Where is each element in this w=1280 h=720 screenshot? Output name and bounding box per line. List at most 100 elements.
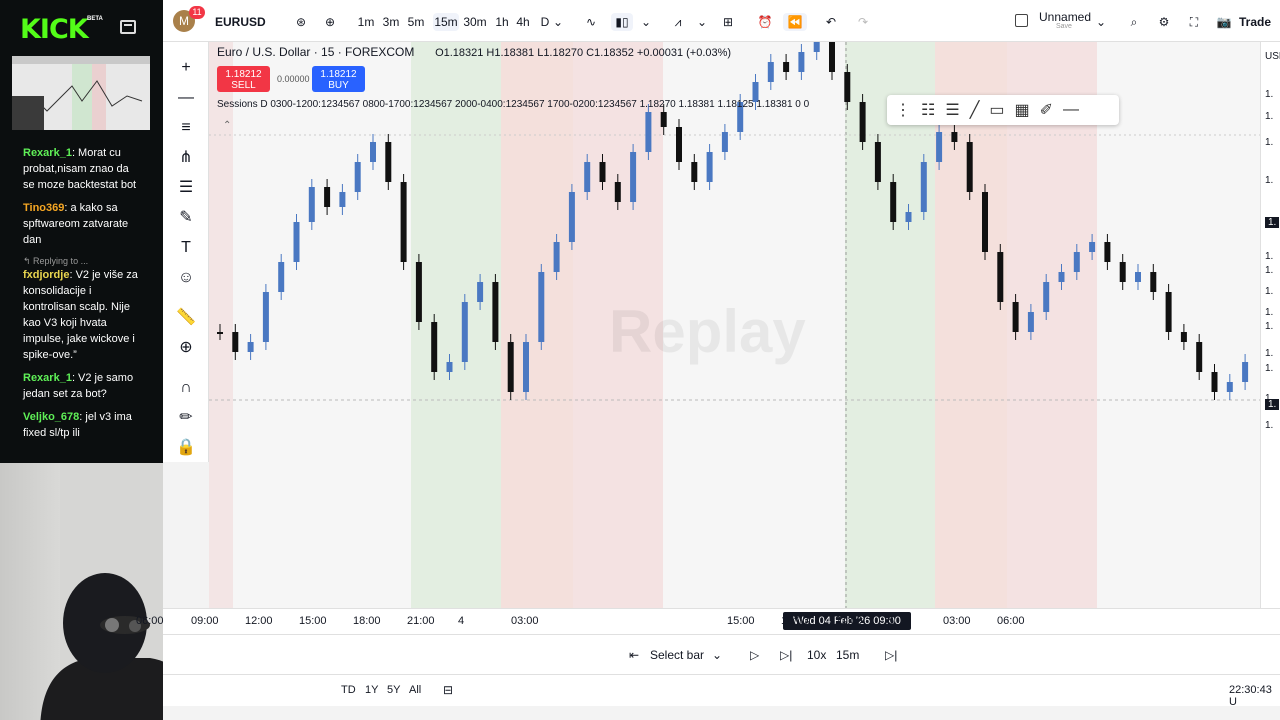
replay-controls: ⇤ Select bar ⌄ ▷ ▷| 10x 15m ▷| <box>163 634 1280 674</box>
chevron-down-icon[interactable]: ⌄ <box>1095 13 1107 31</box>
chevron-down-icon[interactable]: ⌄ <box>639 13 653 31</box>
interval-5m[interactable]: 5m <box>407 13 425 31</box>
line-tool-icon[interactable]: ╱ <box>970 100 980 120</box>
candle-chart-icon[interactable]: ▮▯ <box>611 13 633 31</box>
candle-body <box>461 302 468 362</box>
magnet-icon[interactable]: ∩ <box>176 378 196 398</box>
time-tick: 09:00 <box>191 615 219 627</box>
search-icon[interactable]: ⌕ <box>1125 13 1143 31</box>
brush-icon[interactable]: ✎ <box>176 208 196 228</box>
drag-handle-icon[interactable]: ⋮ <box>895 100 911 120</box>
layout-checkbox[interactable] <box>1015 14 1028 27</box>
chat-username[interactable]: Tino369 <box>23 202 64 214</box>
line-chart-icon[interactable]: ∿ <box>581 13 601 31</box>
interval-1m[interactable]: 1m <box>357 13 375 31</box>
text-icon[interactable]: T <box>176 238 196 258</box>
trade-button[interactable]: Trade <box>1239 13 1280 31</box>
popout-icon[interactable] <box>120 20 136 34</box>
candle-body <box>492 282 499 342</box>
chat-username[interactable]: Rexark_1 <box>23 147 72 159</box>
candle-body <box>431 322 438 372</box>
chevron-down-icon[interactable]: ⌄ <box>551 13 565 31</box>
emoji-icon[interactable]: ☺ <box>176 268 196 288</box>
candle-body <box>324 187 331 207</box>
jump-to-realtime-icon[interactable]: ▷| <box>885 648 897 662</box>
redo-icon[interactable]: ↷ <box>855 13 871 31</box>
session-band <box>845 42 935 608</box>
chat-username[interactable]: Rexark_1 <box>23 372 72 384</box>
horizontal-lines-icon[interactable]: ≡ <box>176 118 196 138</box>
range-5Y[interactable]: 5Y <box>387 684 400 696</box>
time-axis[interactable]: Wed 04 Feb '26 09:00 06:00 09:00 12:00 15:0… <box>136 608 1280 634</box>
rectangle-icon[interactable]: ▭ <box>989 100 1004 120</box>
step-forward-icon[interactable]: ▷| <box>780 648 792 662</box>
ruler-icon[interactable]: 📏 <box>176 308 196 328</box>
interval-3m[interactable]: 3m <box>382 13 400 31</box>
price-chart[interactable]: Replay Euro / U.S. Dollar · 15 · FOREXCO… <box>209 42 1260 608</box>
stream-thumbnail[interactable] <box>12 56 150 130</box>
notification-badge: 11 <box>189 6 205 19</box>
range-1Y[interactable]: 1Y <box>365 684 378 696</box>
time-tick: 06:00 <box>136 615 164 627</box>
grid-icon[interactable]: ▦ <box>1014 100 1029 120</box>
undo-icon[interactable]: ↶ <box>823 13 839 31</box>
interval-15m[interactable]: 15m <box>433 13 459 31</box>
chat-message: Veljko_678: jel v3 ima fixed sl/tp ili <box>23 409 138 441</box>
select-bar-icon[interactable]: ⇤ <box>629 648 639 662</box>
layout-grid-icon[interactable]: ⊞ <box>719 13 737 31</box>
zoom-in-icon[interactable]: ⊕ <box>176 338 196 358</box>
candle-body <box>982 192 988 252</box>
indicators-icon[interactable]: ⩘ <box>669 13 687 31</box>
replay-icon[interactable]: ⏪ <box>783 13 807 31</box>
crosshair-icon[interactable]: + <box>176 58 196 78</box>
price-tick: 1. <box>1265 420 1274 431</box>
fib-icon[interactable]: ☰ <box>176 178 196 198</box>
candle-body <box>890 182 897 222</box>
chat-username[interactable]: Veljko_678 <box>23 411 79 423</box>
chat-text: : V2 je više za konsolidacije i kontroli… <box>23 269 138 361</box>
lock-drawing-icon[interactable]: ✏ <box>176 408 196 428</box>
replay-interval[interactable]: 15m <box>836 648 859 662</box>
horizontal-line-icon[interactable]: — <box>1063 101 1079 119</box>
trend-line-icon[interactable]: — <box>176 88 196 108</box>
time-tick: 12:00 <box>245 615 273 627</box>
price-tick: 1. <box>1265 348 1274 359</box>
chevron-down-icon[interactable]: ⌄ <box>695 13 709 31</box>
collapse-icon[interactable]: ⌃ <box>223 120 231 131</box>
fullscreen-icon[interactable]: ⛶ <box>1185 13 1203 31</box>
filter-lines-icon[interactable]: ☰ <box>945 100 959 120</box>
interval-1h[interactable]: 1h <box>493 13 511 31</box>
price-tick: 1. <box>1265 137 1274 148</box>
candle-body <box>1104 242 1111 262</box>
sell-price: 1.18212 <box>225 69 262 80</box>
settings-icon[interactable]: ⚙ <box>1155 13 1173 31</box>
save-label[interactable]: Save <box>1056 23 1086 41</box>
interval-4h[interactable]: 4h <box>514 13 532 31</box>
speed-selector[interactable]: 10x <box>807 648 826 662</box>
select-bar-button[interactable]: Select bar <box>650 648 704 662</box>
interval-30m[interactable]: 30m <box>462 13 488 31</box>
range-All[interactable]: All <box>409 684 421 696</box>
chat-username[interactable]: fxdjordje <box>23 269 69 281</box>
symbol-search[interactable]: EURUSD <box>215 13 285 31</box>
symbol-menu-icon[interactable]: ⊛ <box>293 13 309 31</box>
candle-body <box>706 152 713 182</box>
reply-indicator: ↰ Replying to ... <box>23 256 89 266</box>
beta-badge: BETA <box>87 16 103 22</box>
time-tick: 4 <box>458 615 465 627</box>
range-TD[interactable]: TD <box>341 684 356 696</box>
play-icon[interactable]: ▷ <box>750 648 759 662</box>
price-scale[interactable]: USD1.1.1.1.1.1.1.1.1.1.1.1.1.1.1. <box>1260 42 1280 608</box>
alert-icon[interactable]: ⏰ <box>755 13 775 31</box>
brush-tool-icon[interactable]: ✐ <box>1040 100 1053 120</box>
sell-button[interactable]: 1.18212 SELL <box>217 66 270 92</box>
date-range-icon[interactable]: ⊟ <box>443 683 453 697</box>
camera-icon[interactable]: 📷 <box>1215 13 1233 31</box>
buy-button[interactable]: 1.18212 BUY <box>312 66 365 92</box>
chevron-down-icon[interactable]: ⌄ <box>712 648 722 662</box>
settings-lines-icon[interactable]: ☷ <box>921 100 935 120</box>
lock-icon[interactable]: 🔒 <box>176 438 196 458</box>
pitchfork-icon[interactable]: ⋔ <box>176 148 196 168</box>
candle-body <box>721 132 728 152</box>
compare-icon[interactable]: ⊕ <box>321 13 339 31</box>
